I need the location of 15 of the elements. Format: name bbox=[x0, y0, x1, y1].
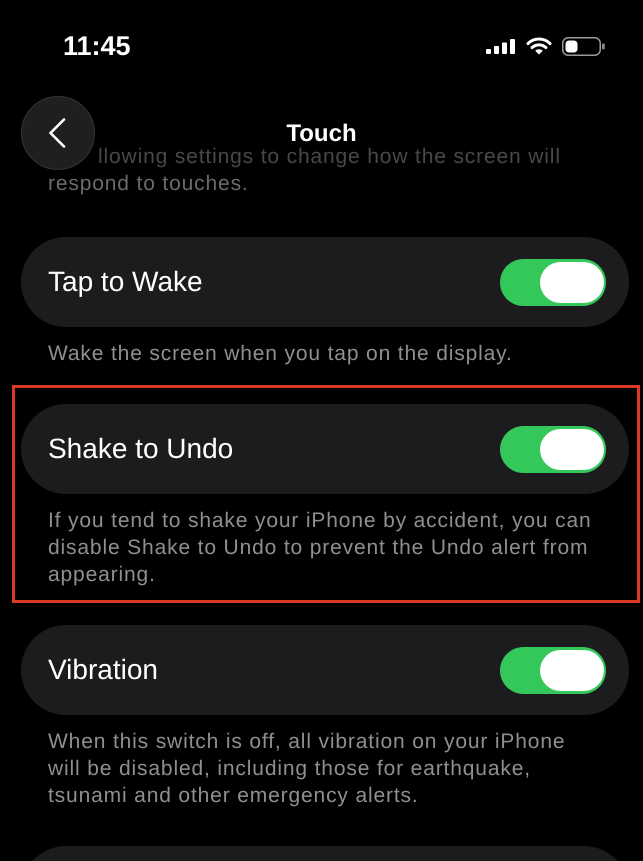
setting-label: Tap to Wake bbox=[48, 266, 203, 298]
toggle-switch[interactable] bbox=[500, 646, 606, 694]
battery-icon bbox=[562, 36, 605, 56]
toggle-switch[interactable] bbox=[500, 258, 606, 306]
setting-label: Vibration bbox=[48, 654, 158, 686]
setting-description: When this switch is off, all vibration on your iPhone will be disabled, including those for earthquake, tsunami and other emergency alerts. bbox=[47, 729, 566, 809]
setting-description: Wake the screen when you tap on the display. bbox=[47, 341, 514, 367]
toggle-switch[interactable] bbox=[500, 426, 606, 472]
description-text: respond to touches. bbox=[48, 171, 249, 197]
chevron-left-icon bbox=[48, 118, 66, 148]
setting-description: If you tend to shake your iPhone by accident, you can disable Shake to Undo to prevent the Undo alert from appearing. bbox=[47, 508, 593, 588]
wifi-icon bbox=[526, 37, 552, 55]
signal-icon bbox=[486, 38, 516, 54]
status-time: 11:45 bbox=[63, 31, 131, 61]
setting-label: Shake to Undo bbox=[48, 433, 234, 465]
